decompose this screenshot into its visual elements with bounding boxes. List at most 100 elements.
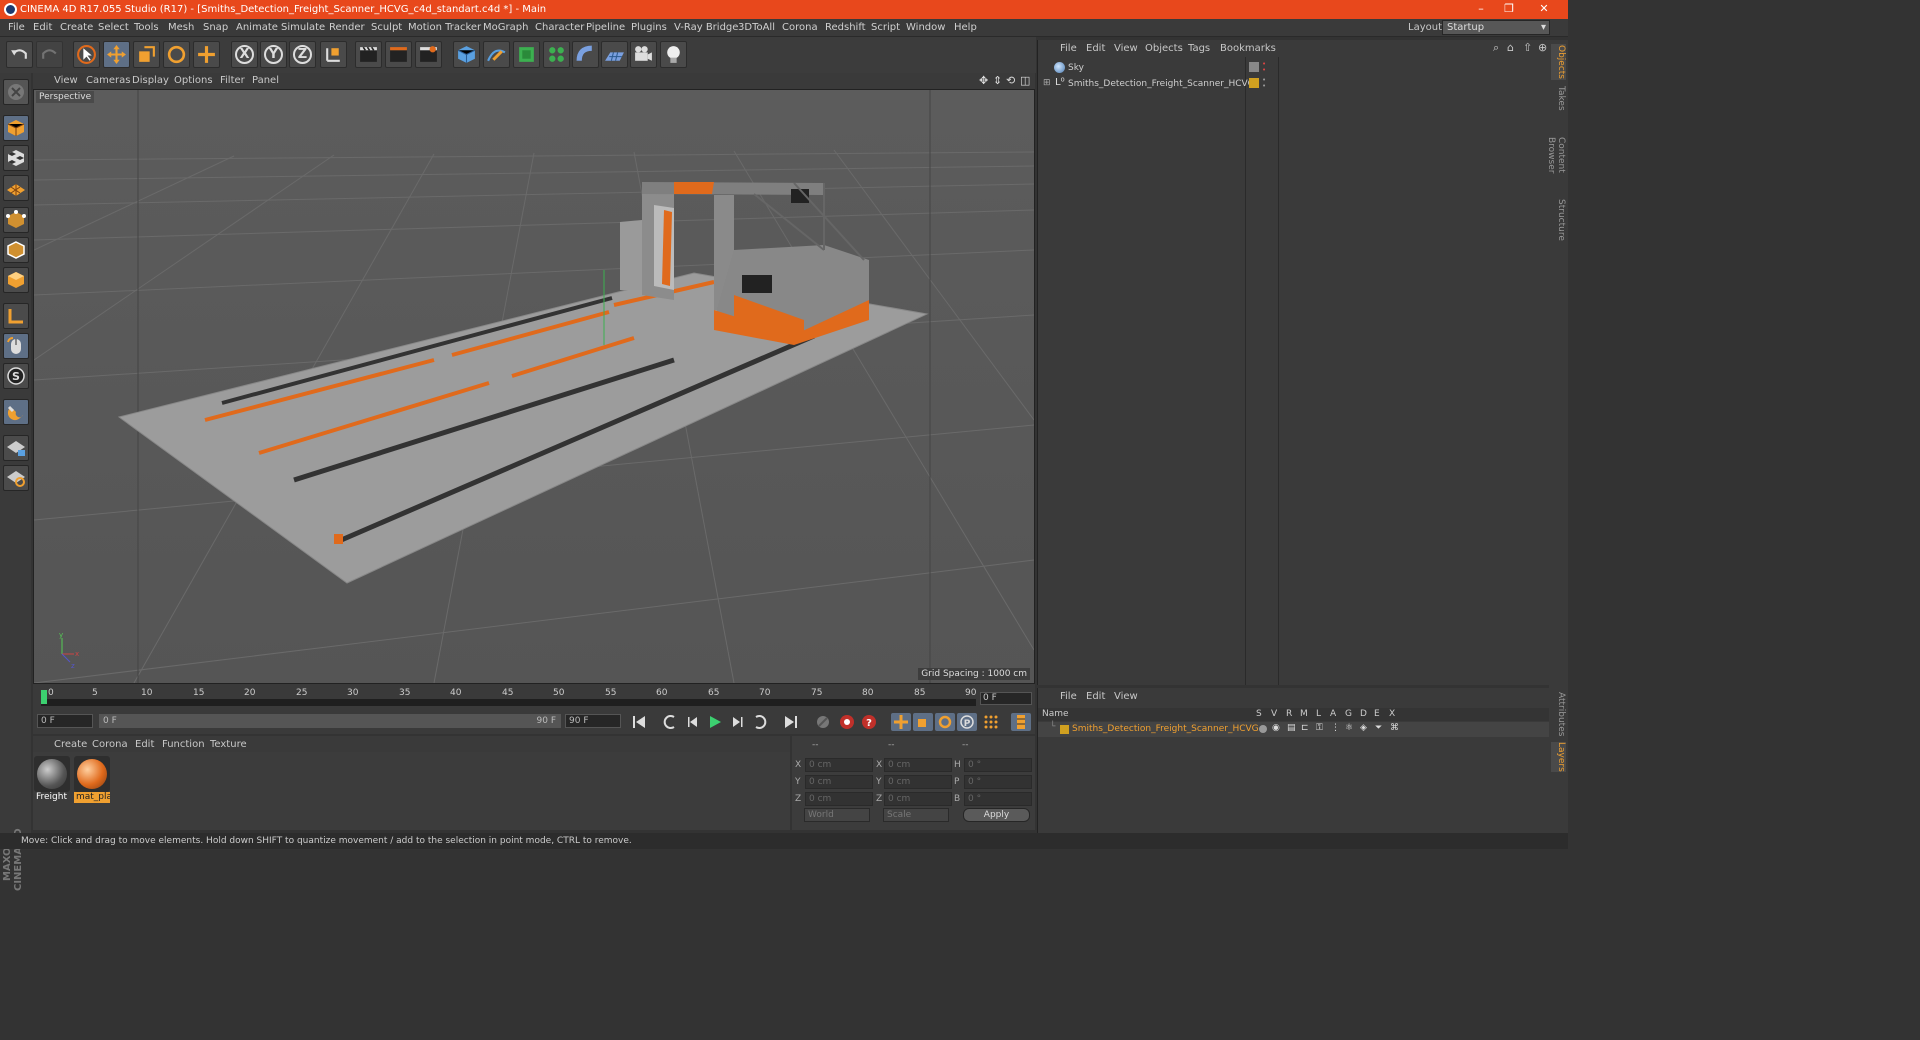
tab-layers[interactable]: Layers bbox=[1551, 742, 1566, 772]
layer-menu-view[interactable]: View bbox=[1114, 691, 1138, 702]
layer-menu-file[interactable]: File bbox=[1060, 691, 1077, 702]
perspective-viewport[interactable]: y x z Perspective Grid Spacing : 1000 cm bbox=[33, 89, 1035, 684]
live-selection-button[interactable] bbox=[193, 41, 220, 68]
workplane-mode-button[interactable] bbox=[3, 175, 29, 201]
layer-row[interactable]: └ Smiths_Detection_Freight_Scanner_HCVG … bbox=[1038, 722, 1550, 737]
lock-icon[interactable]: ⚿ bbox=[1316, 723, 1323, 733]
menu-plugins[interactable]: Plugins bbox=[631, 22, 667, 33]
material-menu-create[interactable]: Create bbox=[54, 739, 87, 750]
timeline-window-button[interactable] bbox=[1011, 713, 1031, 731]
object-menu-objects[interactable]: Objects bbox=[1145, 43, 1183, 54]
generator-icon[interactable]: ⚛ bbox=[1345, 723, 1353, 733]
position-z-field[interactable]: 0 cm bbox=[805, 792, 873, 806]
add-spline-button[interactable] bbox=[483, 41, 510, 68]
x-axis-lock-button[interactable]: X bbox=[231, 41, 258, 68]
position-y-field[interactable]: 0 cm bbox=[805, 775, 873, 789]
restore-button[interactable]: ❐ bbox=[1498, 2, 1520, 15]
edges-mode-button[interactable] bbox=[3, 237, 29, 263]
new-view-icon[interactable]: ⊕ bbox=[1538, 41, 1547, 54]
play-button[interactable] bbox=[705, 713, 725, 731]
size-x-field[interactable]: 0 cm bbox=[884, 758, 952, 772]
viewport-nav-zoom-icon[interactable]: ⇕ bbox=[993, 74, 1002, 87]
menu-tools[interactable]: Tools bbox=[134, 22, 159, 33]
material-menu-texture[interactable]: Texture bbox=[210, 739, 247, 750]
menu-help[interactable]: Help bbox=[954, 22, 977, 33]
object-row-sky[interactable]: Sky • • bbox=[1038, 60, 1550, 76]
tab-content-browser[interactable]: Content Browser bbox=[1546, 120, 1566, 190]
axis-mode-button[interactable] bbox=[3, 303, 29, 329]
add-environment-button[interactable] bbox=[601, 41, 628, 68]
layer-color-icon[interactable] bbox=[1249, 78, 1259, 88]
viewport-menu-display[interactable]: Display bbox=[132, 75, 169, 86]
move-tool-button[interactable] bbox=[103, 41, 130, 68]
keyframe-pla-button[interactable] bbox=[981, 713, 1001, 731]
menu-snap[interactable]: Snap bbox=[203, 22, 228, 33]
eye-icon[interactable]: ◉ bbox=[1272, 723, 1280, 733]
menu-sculpt[interactable]: Sculpt bbox=[371, 22, 402, 33]
add-deformer-button[interactable] bbox=[572, 41, 599, 68]
material-swatch-mat-pla[interactable]: mat_pla bbox=[74, 756, 110, 804]
y-axis-lock-button[interactable]: Y bbox=[260, 41, 287, 68]
visibility-dots-icon[interactable]: • • bbox=[1262, 77, 1266, 90]
next-key-button[interactable] bbox=[751, 713, 771, 731]
expand-tree-icon[interactable]: ⊞ bbox=[1043, 78, 1051, 88]
menu-3dtoall[interactable]: 3DToAll bbox=[738, 22, 775, 33]
previous-key-button[interactable] bbox=[659, 713, 679, 731]
workplane-align-button[interactable] bbox=[3, 465, 29, 491]
size-z-field[interactable]: 0 cm bbox=[884, 792, 952, 806]
apply-button[interactable]: Apply bbox=[963, 808, 1030, 822]
layer-header-xref[interactable]: X bbox=[1389, 709, 1395, 719]
start-frame-field[interactable]: 0 F bbox=[37, 714, 93, 728]
z-axis-lock-button[interactable]: Z bbox=[289, 41, 316, 68]
home-icon[interactable]: ⌂ bbox=[1507, 41, 1514, 54]
menu-edit[interactable]: Edit bbox=[33, 22, 52, 33]
layer-menu-edit[interactable]: Edit bbox=[1086, 691, 1105, 702]
menu-corona[interactable]: Corona bbox=[782, 22, 818, 33]
make-editable-button[interactable] bbox=[3, 79, 29, 105]
layer-header-render[interactable]: R bbox=[1286, 709, 1292, 719]
xref-icon[interactable]: ⌘ bbox=[1390, 723, 1399, 733]
render-icon[interactable]: ▤ bbox=[1287, 723, 1296, 733]
animation-icon[interactable]: ⋮ bbox=[1331, 723, 1340, 733]
menu-file[interactable]: File bbox=[8, 22, 25, 33]
scale-tool-button[interactable] bbox=[133, 41, 160, 68]
viewport-nav-move-icon[interactable]: ✥ bbox=[979, 74, 988, 87]
position-x-field[interactable]: 0 cm bbox=[805, 758, 873, 772]
viewport-menu-filter[interactable]: Filter bbox=[220, 75, 245, 86]
expression-icon[interactable]: ⏷ bbox=[1375, 723, 1382, 733]
tab-takes[interactable]: Takes bbox=[1551, 86, 1566, 111]
layer-color-icon[interactable] bbox=[1060, 725, 1069, 734]
deformer-icon[interactable]: ◈ bbox=[1360, 723, 1367, 733]
menu-animate[interactable]: Animate bbox=[236, 22, 278, 33]
menu-pipeline[interactable]: Pipeline bbox=[586, 22, 625, 33]
minimize-button[interactable]: – bbox=[1470, 2, 1492, 15]
keyframe-scale-button[interactable] bbox=[913, 713, 933, 731]
material-menu-function[interactable]: Function bbox=[162, 739, 205, 750]
material-menu-edit[interactable]: Edit bbox=[135, 739, 154, 750]
frame-range-slider[interactable]: 0 F 90 F bbox=[99, 714, 561, 728]
playhead-marker[interactable] bbox=[41, 690, 47, 704]
layer-header-generators[interactable]: G bbox=[1345, 709, 1352, 719]
viewport-menu-options[interactable]: Options bbox=[174, 75, 213, 86]
record-active-objects-button[interactable] bbox=[837, 713, 857, 731]
menu-window[interactable]: Window bbox=[906, 22, 945, 33]
viewport-nav-rotate-icon[interactable]: ⟲ bbox=[1006, 74, 1015, 87]
layer-header-animation[interactable]: A bbox=[1330, 709, 1336, 719]
render-to-picture-viewer-button[interactable] bbox=[385, 41, 412, 68]
next-frame-button[interactable] bbox=[727, 713, 747, 731]
go-to-start-button[interactable] bbox=[629, 713, 649, 731]
up-arrow-icon[interactable]: ⇧ bbox=[1523, 41, 1532, 54]
undo-button[interactable] bbox=[6, 41, 33, 68]
add-camera-button[interactable] bbox=[630, 41, 657, 68]
previous-frame-button[interactable] bbox=[683, 713, 703, 731]
menu-motion-tracker[interactable]: Motion Tracker bbox=[408, 22, 481, 33]
menu-simulate[interactable]: Simulate bbox=[281, 22, 325, 33]
size-y-field[interactable]: 0 cm bbox=[884, 775, 952, 789]
add-mograph-button[interactable] bbox=[543, 41, 570, 68]
object-menu-edit[interactable]: Edit bbox=[1086, 43, 1105, 54]
object-row-freight-scanner[interactable]: ⊞ L⁰ Smiths_Detection_Freight_Scanner_HC… bbox=[1038, 76, 1550, 92]
layer-header-manager[interactable]: M bbox=[1300, 709, 1308, 719]
layer-header-name[interactable]: Name bbox=[1042, 709, 1069, 719]
menu-create[interactable]: Create bbox=[60, 22, 93, 33]
menu-mesh[interactable]: Mesh bbox=[168, 22, 194, 33]
